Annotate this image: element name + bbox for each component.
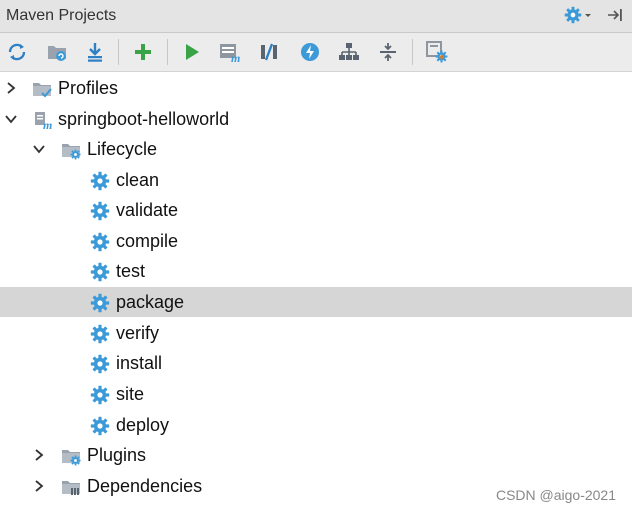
tree-item-label: Profiles <box>58 78 119 98</box>
maven-toolbar: m <box>0 33 632 72</box>
add-project-icon[interactable] <box>130 39 156 65</box>
lifecycle-phase-site[interactable]: site <box>0 379 632 409</box>
settings-icon[interactable] <box>424 39 450 65</box>
reimport-icon[interactable] <box>4 39 30 65</box>
svg-text:m: m <box>231 51 240 63</box>
chevron-right-icon[interactable] <box>32 479 46 493</box>
chevron-down-icon[interactable] <box>32 142 46 156</box>
chevron-down-icon[interactable] <box>4 112 18 126</box>
chevron-right-icon[interactable] <box>32 448 46 462</box>
show-dependencies-icon[interactable] <box>336 39 362 65</box>
tree-item-label: Lifecycle <box>87 139 158 159</box>
phase-label: install <box>116 353 163 373</box>
panel-title: Maven Projects <box>6 7 117 24</box>
plugins-folder-icon <box>61 446 81 466</box>
phase-label: validate <box>116 200 179 220</box>
hide-panel-icon[interactable] <box>606 6 624 29</box>
phase-gear-icon <box>90 201 110 221</box>
lifecycle-phase-validate[interactable]: validate <box>0 195 632 225</box>
phase-label: package <box>116 292 185 312</box>
phase-label: deploy <box>116 415 170 435</box>
tree-item-label: Dependencies <box>87 476 203 496</box>
tree-item-project[interactable]: m springboot-helloworld <box>0 104 632 134</box>
dependencies-folder-icon <box>61 477 81 495</box>
toggle-offline-icon[interactable] <box>256 39 282 65</box>
tree-item-label: springboot-helloworld <box>58 109 230 129</box>
phase-label: clean <box>116 170 160 190</box>
download-icon[interactable] <box>82 39 108 65</box>
gear-dropdown-icon[interactable] <box>564 6 592 29</box>
phase-gear-icon <box>90 354 110 374</box>
lifecycle-phase-verify[interactable]: verify <box>0 318 632 348</box>
tree-item-label: Plugins <box>87 445 147 465</box>
profiles-folder-icon <box>32 79 52 98</box>
generate-sources-icon[interactable] <box>44 39 70 65</box>
run-icon[interactable] <box>179 39 205 65</box>
phase-gear-icon <box>90 385 110 405</box>
phase-gear-icon <box>90 416 110 436</box>
lifecycle-phase-deploy[interactable]: deploy <box>0 410 632 440</box>
tree-item-plugins[interactable]: Plugins <box>0 440 632 470</box>
maven-module-icon: m <box>35 112 52 130</box>
panel-header: Maven Projects <box>0 0 632 33</box>
phase-gear-icon <box>90 232 110 252</box>
phase-label: compile <box>116 231 179 251</box>
lifecycle-folder-icon <box>61 140 81 160</box>
chevron-right-icon[interactable] <box>4 81 18 95</box>
phase-gear-icon <box>90 324 110 344</box>
lifecycle-phase-install[interactable]: install <box>0 348 632 378</box>
watermark: CSDN @aigo-2021 <box>495 487 616 503</box>
phase-gear-icon <box>90 262 110 282</box>
tree-item-lifecycle[interactable]: Lifecycle <box>0 134 632 164</box>
skip-tests-icon[interactable] <box>297 39 323 65</box>
execute-goal-icon[interactable]: m <box>217 39 243 65</box>
lifecycle-phase-clean[interactable]: clean <box>0 165 632 195</box>
lifecycle-phase-compile[interactable]: compile <box>0 226 632 256</box>
collapse-all-icon[interactable] <box>375 39 401 65</box>
phase-gear-icon <box>90 171 110 191</box>
tree-item-profiles[interactable]: Profiles <box>0 73 632 103</box>
lifecycle-phase-test[interactable]: test <box>0 256 632 286</box>
phase-label: test <box>116 261 146 281</box>
svg-text:m: m <box>43 118 52 130</box>
lifecycle-phase-package[interactable]: package <box>0 287 632 317</box>
phase-label: verify <box>116 323 160 343</box>
phase-label: site <box>116 384 145 404</box>
phase-gear-icon <box>90 293 110 313</box>
